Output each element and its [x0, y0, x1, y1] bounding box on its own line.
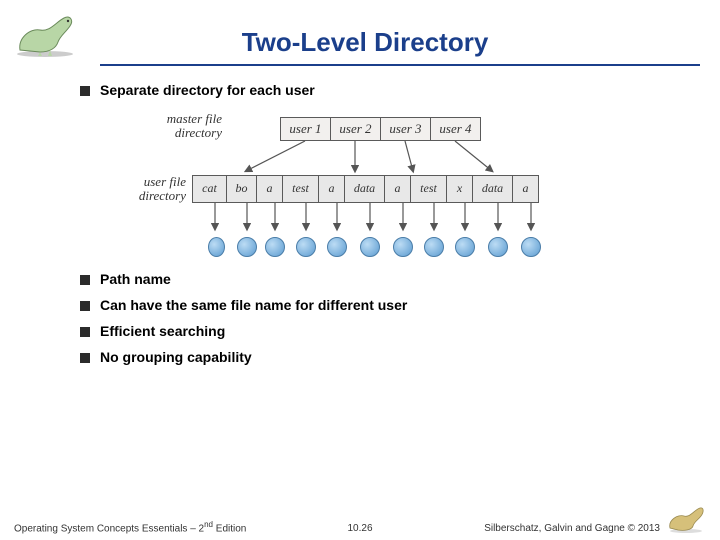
file-node [237, 237, 257, 257]
ufd-boxes: catboatestadataatestxdataa [192, 175, 539, 203]
title-underline [100, 64, 700, 66]
bullet-item: Efficient searching [80, 323, 690, 339]
file-node [393, 237, 413, 257]
file-node [455, 237, 475, 257]
ufd-file-cell: test [283, 176, 319, 202]
bullet-text: Separate directory for each user [100, 82, 315, 98]
ufd-file-cell: x [447, 176, 473, 202]
bullet-square-icon [80, 353, 90, 363]
mfd-user-cell: user 1 [281, 118, 331, 140]
logo-dinosaur-bottom [666, 504, 706, 534]
file-node [521, 237, 541, 257]
file-circles-row [198, 237, 690, 257]
ufd-file-cell: a [513, 176, 539, 202]
footer-page-number: 10.26 [347, 523, 372, 534]
footer-right: Silberschatz, Galvin and Gagne © 2013 [484, 504, 706, 534]
ufd-file-cell: test [411, 176, 447, 202]
slide-title: Two-Level Directory [100, 27, 700, 58]
bullet-item: Path name [80, 271, 690, 287]
bullet-square-icon [80, 86, 90, 96]
file-node [265, 237, 285, 257]
mfd-to-ufd-arrows [198, 141, 690, 175]
mfd-boxes: user 1 user 2 user 3 user 4 [280, 117, 481, 141]
ufd-file-cell: cat [193, 176, 227, 202]
ufd-label: user file directory [80, 175, 192, 204]
bullet-text: Can have the same file name for differen… [100, 297, 407, 313]
bullet-square-icon [80, 327, 90, 337]
title-row: Two-Level Directory [0, 0, 720, 58]
file-node [327, 237, 347, 257]
footer-left: Operating System Concepts Essentials – 2… [14, 520, 246, 534]
mfd-user-cell: user 4 [431, 118, 481, 140]
file-node [296, 237, 316, 257]
directory-diagram: master file directory user 1 user 2 user… [80, 112, 690, 257]
ufd-to-file-arrows [198, 203, 690, 237]
ufd-file-cell: data [345, 176, 385, 202]
file-node [488, 237, 508, 257]
logo-dinosaur-top [10, 8, 80, 58]
file-node [424, 237, 444, 257]
bullet-square-icon [80, 275, 90, 285]
ufd-file-cell: a [385, 176, 411, 202]
bullet-text: Path name [100, 271, 171, 287]
bullet-square-icon [80, 301, 90, 311]
ufd-file-cell: bo [227, 176, 257, 202]
ufd-file-cell: a [319, 176, 345, 202]
bullet-text: No grouping capability [100, 349, 252, 365]
slide-content: Separate directory for each user master … [0, 82, 720, 365]
bullet-item: Can have the same file name for differen… [80, 297, 690, 313]
mfd-user-cell: user 3 [381, 118, 431, 140]
bullet-item: No grouping capability [80, 349, 690, 365]
ufd-file-cell: data [473, 176, 513, 202]
mfd-label: master file directory [80, 112, 230, 141]
footer: Operating System Concepts Essentials – 2… [0, 504, 720, 534]
ufd-file-cell: a [257, 176, 283, 202]
bullet-text: Efficient searching [100, 323, 225, 339]
bullet-item: Separate directory for each user [80, 82, 690, 98]
file-node [208, 237, 225, 257]
mfd-user-cell: user 2 [331, 118, 381, 140]
file-node [360, 237, 380, 257]
